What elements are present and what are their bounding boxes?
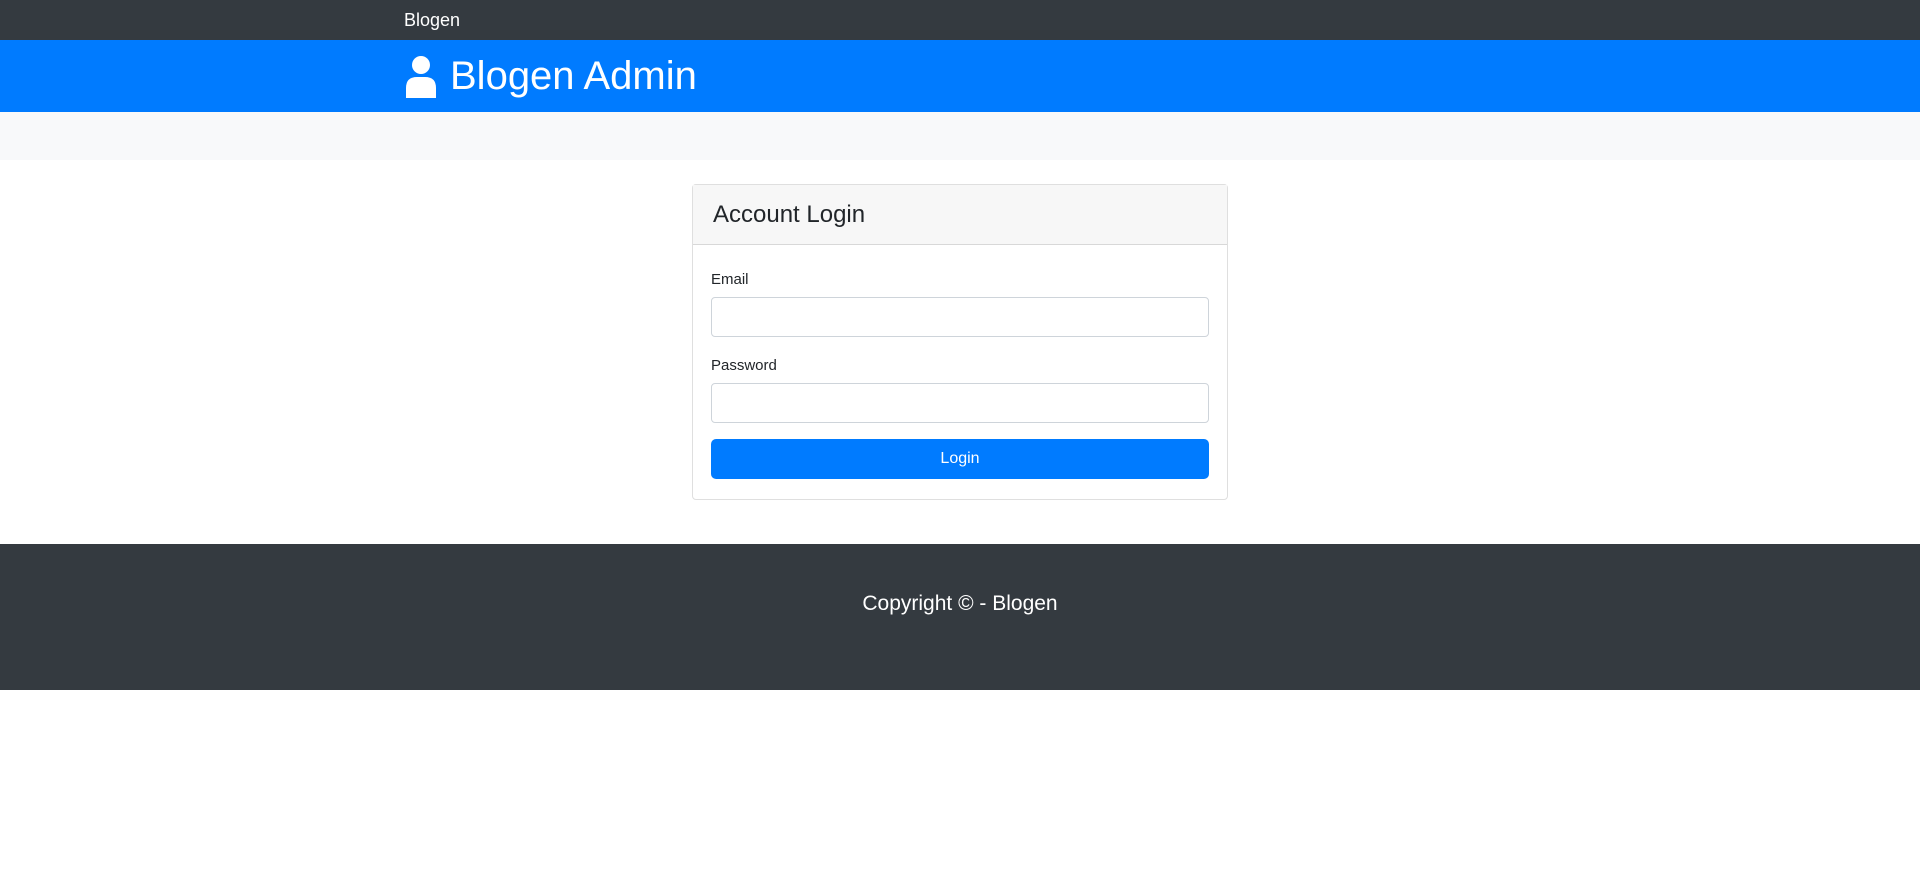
login-card: Account Login Email Password Login [692, 184, 1228, 500]
password-label: Password [711, 357, 777, 374]
login-button[interactable]: Login [711, 439, 1209, 479]
footer-copyright: Copyright © - Blogen [862, 592, 1058, 615]
page-title: Blogen Admin [404, 50, 697, 102]
page-header: Blogen Admin [0, 40, 1920, 112]
email-input[interactable] [711, 297, 1209, 337]
navbar-brand[interactable]: Blogen [404, 10, 460, 30]
page-title-text: Blogen Admin [450, 54, 697, 98]
login-form: Email Password Login [693, 245, 1227, 500]
login-card-title: Account Login [713, 200, 866, 228]
page-footer: Copyright © - Blogen [0, 544, 1920, 690]
login-card-header: Account Login [693, 185, 1227, 245]
email-label: Email [711, 271, 749, 288]
top-navbar: Blogen [0, 0, 1920, 40]
user-icon [406, 56, 436, 98]
password-input[interactable] [711, 383, 1209, 423]
actions-bar [0, 112, 1920, 160]
